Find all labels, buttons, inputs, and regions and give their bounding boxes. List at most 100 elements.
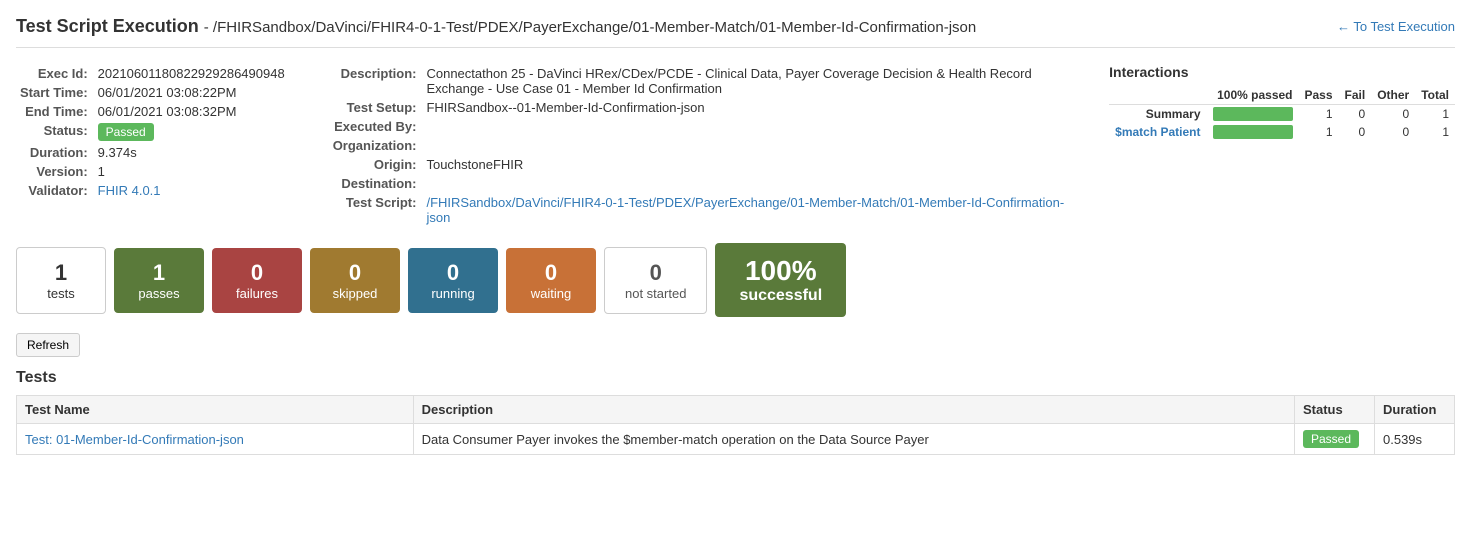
validator-link[interactable]: FHIR 4.0.1 xyxy=(98,183,161,198)
duration-row: Duration: 9.374s xyxy=(16,143,289,162)
page-title: Test Script Execution - /FHIRSandbox/DaV… xyxy=(16,16,976,37)
col-test-duration: Duration xyxy=(1375,396,1455,424)
table-row: Test: 01-Member-Id-Confirmation-json Data… xyxy=(17,424,1455,455)
tests-section: Tests Test Name Description Status Durat… xyxy=(16,369,1455,455)
test-name-link[interactable]: Test: 01-Member-Id-Confirmation-json xyxy=(25,432,244,447)
interaction-other: 0 xyxy=(1371,105,1415,124)
success-pct: 100% xyxy=(739,255,822,287)
status-label: Status: xyxy=(16,121,92,143)
interaction-pass: 1 xyxy=(1299,123,1339,141)
col-label xyxy=(1109,86,1206,105)
title-path: - /FHIRSandbox/DaVinci/FHIR4-0-1-Test/PD… xyxy=(204,19,977,36)
test-status-badge: Passed xyxy=(1303,430,1359,448)
exec-info: Exec Id: 20210601180822929286490948 Star… xyxy=(16,64,289,227)
title-main: Test Script Execution xyxy=(16,16,199,36)
organization-label: Organization: xyxy=(329,136,421,155)
version-label: Version: xyxy=(16,162,92,181)
organization-value xyxy=(420,136,1069,155)
executed-by-value xyxy=(420,117,1069,136)
stat-success: 100% successful xyxy=(715,243,846,317)
validator-value: FHIR 4.0.1 xyxy=(92,181,289,200)
col-total: Total xyxy=(1415,86,1455,105)
status-row: Status: Passed xyxy=(16,121,289,143)
start-time-label: Start Time: xyxy=(16,83,92,102)
test-status: Passed xyxy=(1295,424,1375,455)
executed-by-row: Executed By: xyxy=(329,117,1069,136)
destination-value xyxy=(420,174,1069,193)
interaction-total: 1 xyxy=(1415,123,1455,141)
not-started-label: not started xyxy=(625,286,686,301)
end-time-row: End Time: 06/01/2021 03:08:32PM xyxy=(16,102,289,121)
organization-row: Organization: xyxy=(329,136,1069,155)
description-value: Connectathon 25 - DaVinci HRex/CDex/PCDE… xyxy=(420,64,1069,98)
description-info: Description: Connectathon 25 - DaVinci H… xyxy=(329,64,1069,227)
origin-label: Origin: xyxy=(329,155,421,174)
interaction-total: 1 xyxy=(1415,105,1455,124)
test-script-row: Test Script: /FHIRSandbox/DaVinci/FHIR4-… xyxy=(329,193,1069,227)
start-time-value: 06/01/2021 03:08:22PM xyxy=(92,83,289,102)
stat-waiting: 0 waiting xyxy=(506,248,596,313)
test-script-value: /FHIRSandbox/DaVinci/FHIR4-0-1-Test/PDEX… xyxy=(420,193,1069,227)
end-time-value: 06/01/2021 03:08:32PM xyxy=(92,102,289,121)
description-row: Description: Connectathon 25 - DaVinci H… xyxy=(329,64,1069,98)
col-other: Other xyxy=(1371,86,1415,105)
tests-title: Tests xyxy=(16,369,1455,387)
col-test-description: Description xyxy=(413,396,1294,424)
refresh-button[interactable]: Refresh xyxy=(16,333,80,357)
executed-by-label: Executed By: xyxy=(329,117,421,136)
test-description: Data Consumer Payer invokes the $member-… xyxy=(413,424,1294,455)
stat-skipped: 0 skipped xyxy=(310,248,400,313)
tests-table: Test Name Description Status Duration Te… xyxy=(16,395,1455,455)
interaction-row: $match Patient1001 xyxy=(1109,123,1455,141)
interaction-progress-bar xyxy=(1213,125,1293,139)
interactions-header: 100% passed Pass Fail Other Total xyxy=(1109,86,1455,105)
interaction-row: Summary1001 xyxy=(1109,105,1455,124)
stat-tests: 1 tests xyxy=(16,247,106,314)
success-label: successful xyxy=(739,287,822,305)
test-setup-value: FHIRSandbox--01-Member-Id-Confirmation-j… xyxy=(420,98,1069,117)
duration-value: 9.374s xyxy=(92,143,289,162)
status-badge: Passed xyxy=(98,123,154,141)
passes-label: passes xyxy=(134,286,184,301)
origin-row: Origin: TouchstoneFHIR xyxy=(329,155,1069,174)
exec-id-row: Exec Id: 20210601180822929286490948 xyxy=(16,64,289,83)
col-pass: Pass xyxy=(1299,86,1339,105)
col-fail: Fail xyxy=(1339,86,1372,105)
waiting-number: 0 xyxy=(526,260,576,286)
interaction-progress-cell xyxy=(1207,105,1299,124)
exec-id-label: Exec Id: xyxy=(16,64,92,83)
exec-id-value: 20210601180822929286490948 xyxy=(92,64,289,83)
page-header: Test Script Execution - /FHIRSandbox/DaV… xyxy=(16,16,1455,48)
col-test-name: Test Name xyxy=(17,396,414,424)
end-time-label: End Time: xyxy=(16,102,92,121)
interaction-label: Summary xyxy=(1109,105,1206,124)
interaction-progress-cell xyxy=(1207,123,1299,141)
running-number: 0 xyxy=(428,260,478,286)
tests-label: tests xyxy=(37,286,85,301)
origin-value: TouchstoneFHIR xyxy=(420,155,1069,174)
col-pct: 100% passed xyxy=(1207,86,1299,105)
stats-row: 1 tests 1 passes 0 failures 0 skipped 0 … xyxy=(16,243,1455,317)
interaction-other: 0 xyxy=(1371,123,1415,141)
skipped-label: skipped xyxy=(330,286,380,301)
tests-number: 1 xyxy=(37,260,85,286)
description-label: Description: xyxy=(329,64,421,98)
stat-failures: 0 failures xyxy=(212,248,302,313)
destination-label: Destination: xyxy=(329,174,421,193)
interaction-progress-bar xyxy=(1213,107,1293,121)
validator-row: Validator: FHIR 4.0.1 xyxy=(16,181,289,200)
test-script-link[interactable]: /FHIRSandbox/DaVinci/FHIR4-0-1-Test/PDEX… xyxy=(426,195,1064,225)
interactions-table: 100% passed Pass Fail Other Total Summar… xyxy=(1109,86,1455,141)
status-value: Passed xyxy=(92,121,289,143)
not-started-number: 0 xyxy=(625,260,686,286)
test-setup-label: Test Setup: xyxy=(329,98,421,117)
back-link[interactable]: To Test Execution xyxy=(1337,19,1455,34)
interaction-fail: 0 xyxy=(1339,123,1372,141)
interaction-pass: 1 xyxy=(1299,105,1339,124)
interaction-fail: 0 xyxy=(1339,105,1372,124)
destination-row: Destination: xyxy=(329,174,1069,193)
interactions-title: Interactions xyxy=(1109,64,1455,80)
interaction-link[interactable]: $match Patient xyxy=(1115,125,1200,139)
skipped-number: 0 xyxy=(330,260,380,286)
version-value: 1 xyxy=(92,162,289,181)
